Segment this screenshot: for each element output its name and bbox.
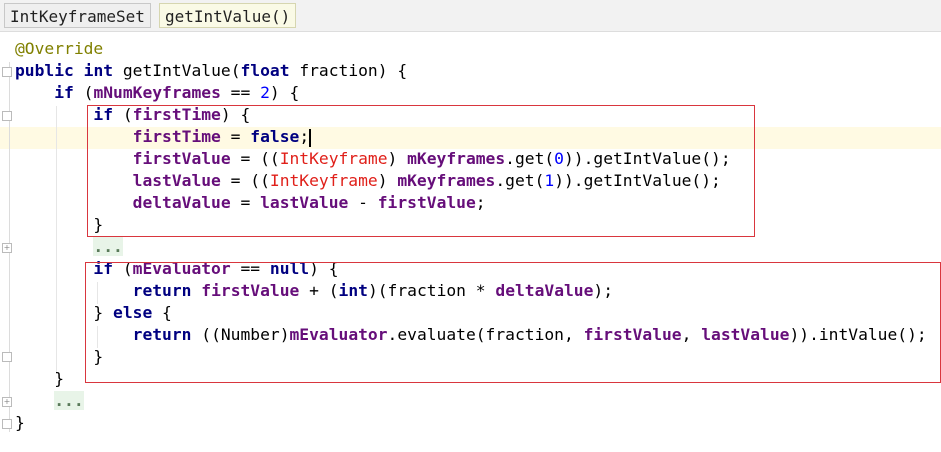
fold-end-icon[interactable] bbox=[2, 352, 12, 362]
code-text: } bbox=[15, 413, 25, 432]
code-line: } bbox=[15, 412, 927, 434]
breadcrumb-class[interactable]: IntKeyframeSet bbox=[4, 3, 151, 28]
breadcrumb-bar: IntKeyframeSet getIntValue() bbox=[0, 0, 941, 32]
fold-expand-icon[interactable]: + bbox=[2, 397, 12, 407]
breadcrumb-method[interactable]: getIntValue() bbox=[159, 3, 297, 28]
code-text: == bbox=[220, 83, 261, 102]
highlight-box-evaluator bbox=[85, 262, 941, 383]
code-line: @Override bbox=[15, 38, 927, 60]
code-line: ... bbox=[15, 236, 927, 258]
highlight-box-first-time bbox=[87, 105, 755, 237]
fold-end-icon[interactable] bbox=[2, 419, 12, 429]
field: mNumKeyframes bbox=[93, 83, 221, 102]
code-text: } bbox=[15, 369, 65, 388]
keyword: public bbox=[15, 61, 74, 80]
code-text: ) { bbox=[269, 83, 300, 102]
folded-code[interactable]: ... bbox=[54, 391, 84, 410]
code-text: fraction) { bbox=[289, 61, 408, 80]
fold-collapse-icon[interactable] bbox=[2, 67, 12, 77]
code-line: public int getIntValue(float fraction) { bbox=[15, 60, 927, 82]
keyword: if bbox=[54, 83, 74, 102]
keyword: int bbox=[83, 61, 114, 80]
annotation: @Override bbox=[15, 39, 104, 58]
number: 2 bbox=[260, 83, 270, 102]
keyword: float bbox=[240, 61, 290, 80]
code-text: ( bbox=[73, 83, 94, 102]
folded-code[interactable]: ... bbox=[93, 237, 123, 256]
code-line: if (mNumKeyframes == 2) { bbox=[15, 82, 927, 104]
code-text: getIntValue( bbox=[113, 61, 241, 80]
code-line: ... bbox=[15, 390, 927, 412]
fold-collapse-icon[interactable] bbox=[2, 111, 12, 121]
fold-expand-icon[interactable]: + bbox=[2, 243, 12, 253]
